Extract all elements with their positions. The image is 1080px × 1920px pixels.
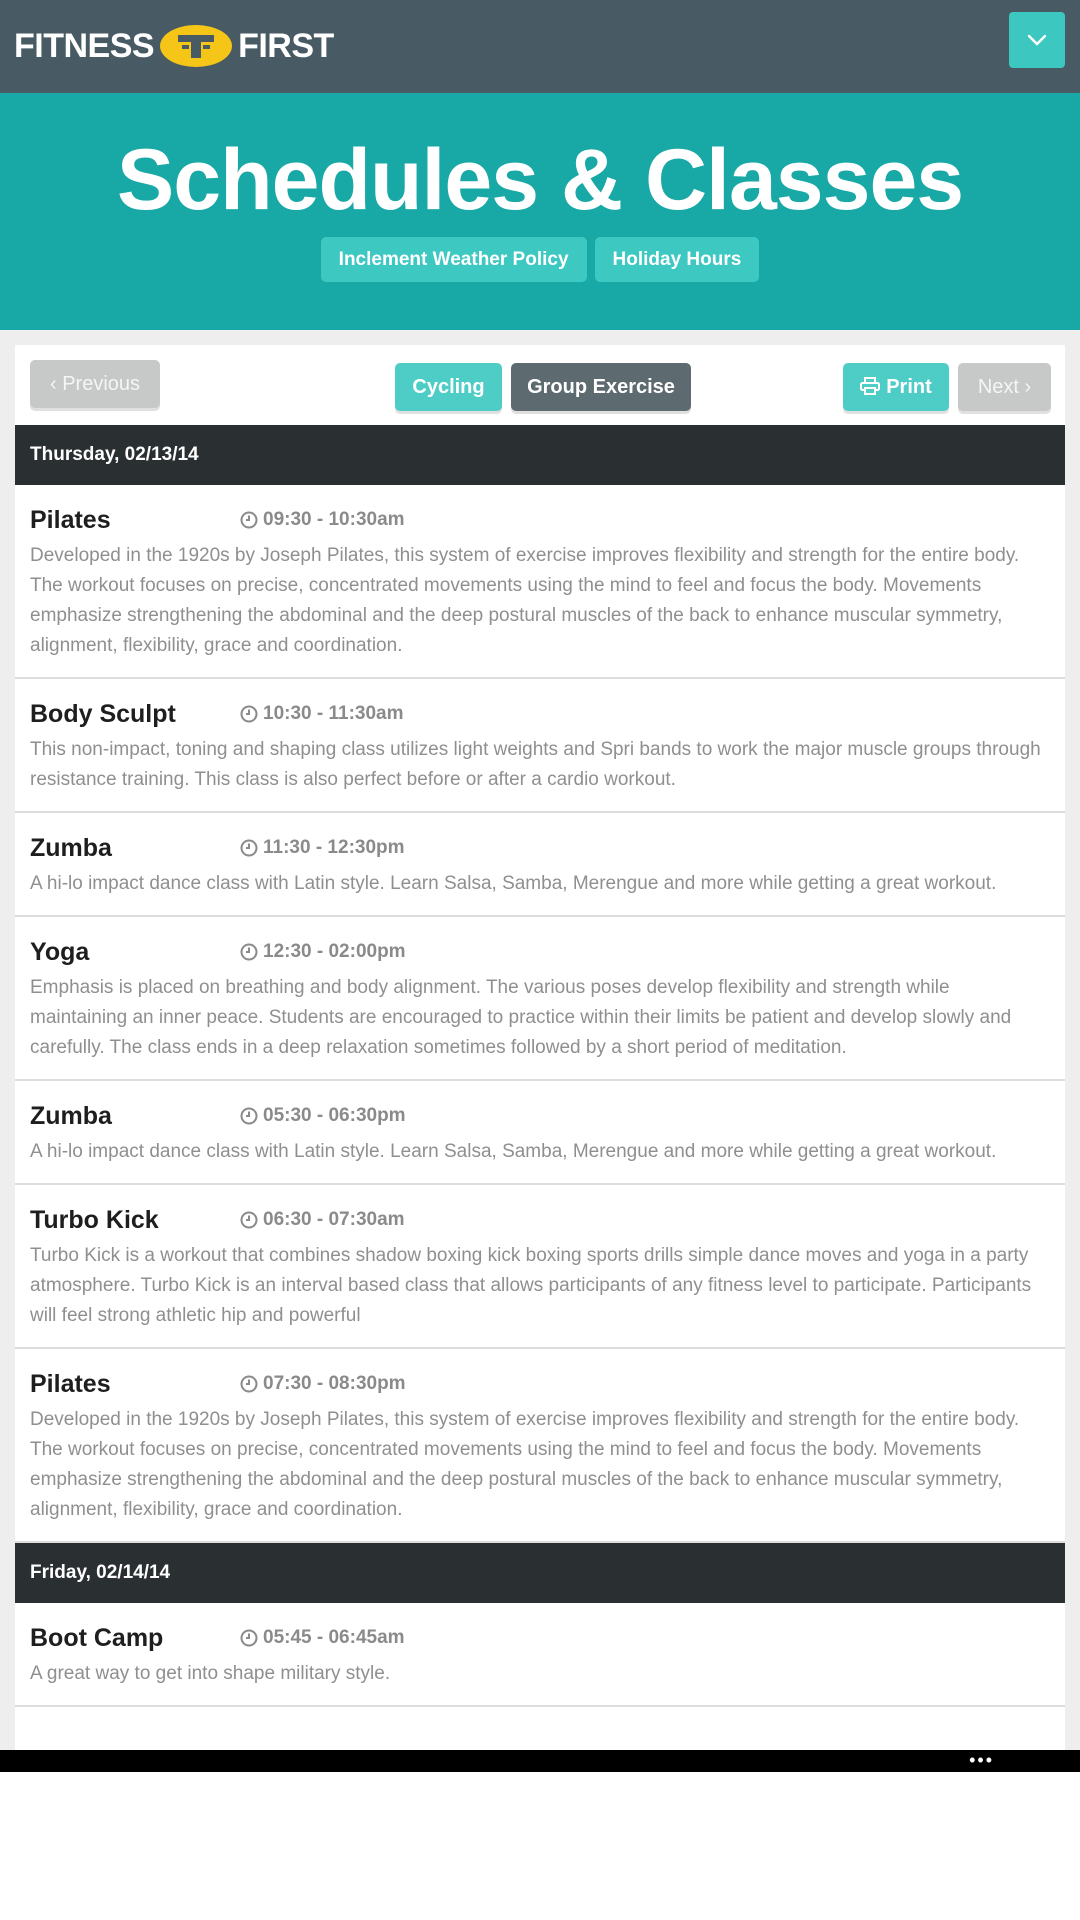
class-time: 06:30 - 07:30am bbox=[240, 1207, 405, 1233]
class-item[interactable]: Boot Camp 05:45 - 06:45am A great way to… bbox=[15, 1603, 1065, 1707]
class-time: 10:30 - 11:30am bbox=[240, 701, 404, 727]
clock-icon bbox=[240, 943, 258, 961]
clock-icon bbox=[240, 511, 258, 529]
print-icon bbox=[860, 377, 881, 396]
class-time-text: 09:30 - 10:30am bbox=[263, 509, 405, 530]
previous-button[interactable]: ‹ Previous bbox=[30, 360, 160, 408]
system-bar: ••• bbox=[0, 1750, 1080, 1772]
class-item[interactable]: Pilates 09:30 - 10:30am Developed in the… bbox=[15, 485, 1065, 679]
class-description: A hi-lo impact dance class with Latin st… bbox=[30, 1141, 997, 1162]
tab-group-exercise[interactable]: Group Exercise bbox=[511, 363, 691, 411]
class-time-text: 11:30 - 12:30pm bbox=[263, 837, 405, 858]
holiday-hours-link[interactable]: Holiday Hours bbox=[594, 237, 760, 282]
clock-icon bbox=[240, 839, 258, 857]
class-name: Yoga bbox=[30, 938, 90, 966]
clock-icon bbox=[240, 1107, 258, 1125]
class-name: Pilates bbox=[30, 506, 111, 534]
schedule-panel: ‹ Previous Cycling Group Exercise Print … bbox=[15, 345, 1065, 1750]
class-time: 12:30 - 02:00pm bbox=[240, 939, 406, 965]
fitness-first-logo[interactable]: FITNESS FIRST bbox=[14, 20, 334, 72]
tab-cycling[interactable]: Cycling bbox=[395, 363, 502, 411]
logo-text-first: FIRST bbox=[238, 26, 334, 65]
overflow-menu-button[interactable]: ••• bbox=[969, 1751, 994, 1769]
hero-banner: Schedules & Classes Inclement Weather Po… bbox=[0, 93, 1080, 330]
class-description: A hi-lo impact dance class with Latin st… bbox=[30, 873, 997, 894]
day-header: Thursday, 02/13/14 bbox=[15, 425, 1065, 485]
class-time: 05:45 - 06:45am bbox=[240, 1625, 405, 1651]
class-time-text: 05:45 - 06:45am bbox=[263, 1627, 405, 1648]
next-button[interactable]: Next › bbox=[958, 363, 1051, 411]
clock-icon bbox=[240, 705, 258, 723]
chevron-down-icon bbox=[1027, 34, 1047, 46]
class-time-text: 10:30 - 11:30am bbox=[263, 703, 404, 724]
clock-icon bbox=[240, 1375, 258, 1393]
menu-toggle-button[interactable] bbox=[1009, 12, 1065, 68]
print-label: Print bbox=[886, 376, 932, 398]
site-header: FITNESS FIRST bbox=[0, 0, 1080, 93]
logo-text-fitness: FITNESS bbox=[14, 26, 155, 65]
print-button[interactable]: Print bbox=[843, 363, 949, 411]
inclement-weather-policy-link[interactable]: Inclement Weather Policy bbox=[320, 237, 587, 282]
class-name: Zumba bbox=[30, 1102, 112, 1130]
class-name: Pilates bbox=[30, 1370, 111, 1398]
class-name: Turbo Kick bbox=[30, 1206, 159, 1234]
class-name: Zumba bbox=[30, 834, 112, 862]
class-description: This non-impact, toning and shaping clas… bbox=[30, 739, 1041, 790]
class-name: Body Sculpt bbox=[30, 700, 176, 728]
class-item[interactable]: Yoga 12:30 - 02:00pm Emphasis is placed … bbox=[15, 917, 1065, 1081]
class-description: Developed in the 1920s by Joseph Pilates… bbox=[30, 545, 1020, 656]
class-time: 07:30 - 08:30pm bbox=[240, 1371, 406, 1397]
class-time-text: 07:30 - 08:30pm bbox=[263, 1373, 406, 1394]
clock-icon bbox=[240, 1629, 258, 1647]
hero-links: Inclement Weather Policy Holiday Hours bbox=[0, 237, 1080, 282]
class-time-text: 05:30 - 06:30pm bbox=[263, 1105, 406, 1126]
class-item[interactable]: Pilates 07:30 - 08:30pm Developed in the… bbox=[15, 1349, 1065, 1543]
class-description: Developed in the 1920s by Joseph Pilates… bbox=[30, 1409, 1020, 1520]
class-time: 09:30 - 10:30am bbox=[240, 507, 405, 533]
class-item[interactable]: Turbo Kick 06:30 - 07:30am Turbo Kick is… bbox=[15, 1185, 1065, 1349]
fitness-first-logo-icon bbox=[158, 23, 234, 69]
class-description: Emphasis is placed on breathing and body… bbox=[30, 977, 1012, 1058]
schedule-toolbar: ‹ Previous Cycling Group Exercise Print … bbox=[15, 345, 1065, 423]
class-item[interactable]: Body Sculpt 10:30 - 11:30am This non-imp… bbox=[15, 679, 1065, 813]
day-header: Friday, 02/14/14 bbox=[15, 1543, 1065, 1603]
page-title: Schedules & Classes bbox=[116, 132, 964, 228]
class-item[interactable]: Zumba 05:30 - 06:30pm A hi-lo impact dan… bbox=[15, 1081, 1065, 1185]
clock-icon bbox=[240, 1211, 258, 1229]
class-time: 11:30 - 12:30pm bbox=[240, 835, 405, 861]
class-description: Turbo Kick is a workout that combines sh… bbox=[30, 1245, 1032, 1326]
class-time-text: 06:30 - 07:30am bbox=[263, 1209, 405, 1230]
class-description: A great way to get into shape military s… bbox=[30, 1663, 391, 1684]
class-item[interactable]: Zumba 11:30 - 12:30pm A hi-lo impact dan… bbox=[15, 813, 1065, 917]
class-time-text: 12:30 - 02:00pm bbox=[263, 941, 406, 962]
class-time: 05:30 - 06:30pm bbox=[240, 1103, 406, 1129]
empty-area bbox=[0, 1772, 1080, 1920]
class-name: Boot Camp bbox=[30, 1624, 164, 1652]
